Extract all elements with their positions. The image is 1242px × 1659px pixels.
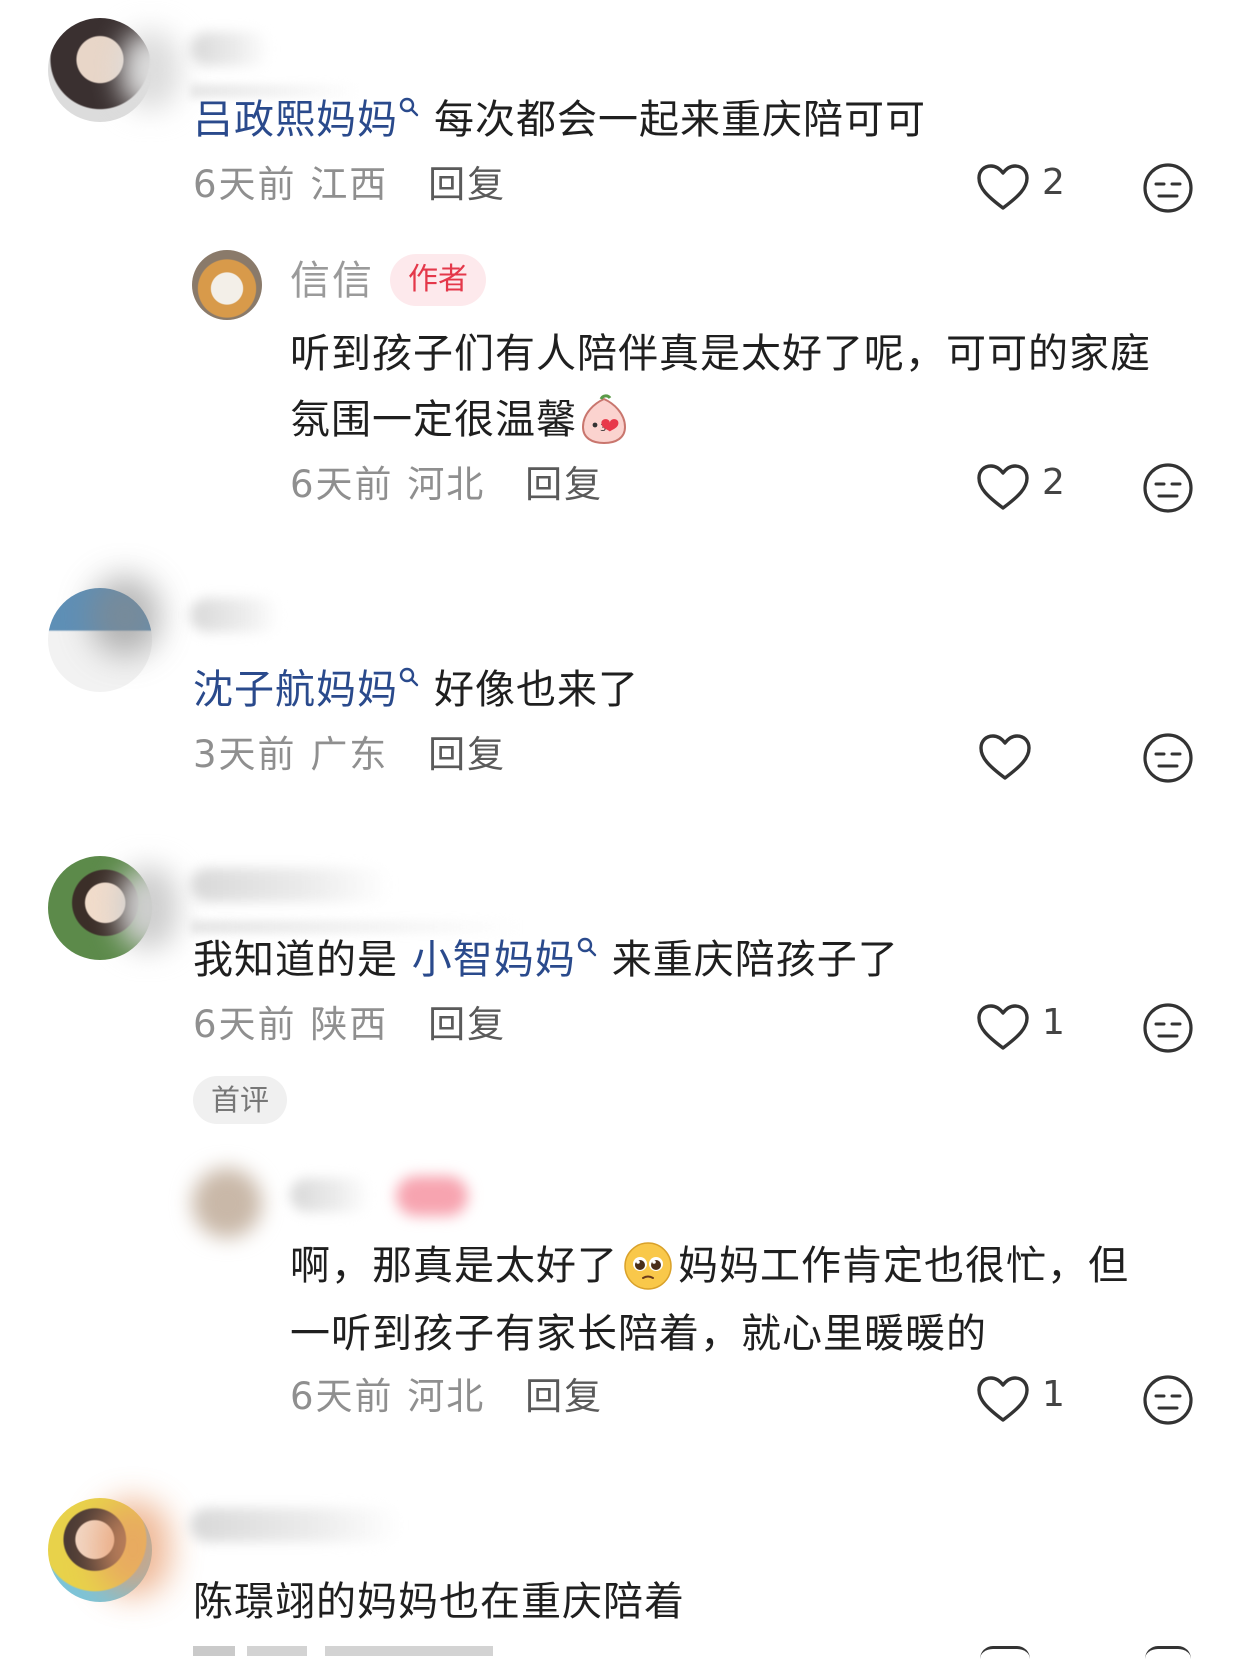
like-count: 1 (1042, 1002, 1065, 1043)
neutral-face-icon[interactable] (1142, 732, 1194, 784)
search-icon (399, 667, 419, 687)
comment-meta: 6天前 江西 回复 (193, 160, 506, 210)
reply-text-line: 啊，那真是太好了 妈妈工作肯定也很忙，但 (290, 1236, 1129, 1296)
like-count: 2 (1042, 162, 1065, 203)
mention-link[interactable]: 沈子航妈妈 (193, 667, 434, 713)
location: 江西 (310, 163, 389, 206)
heart-outline-icon[interactable] (975, 1002, 1031, 1052)
heart-outline-icon[interactable] (975, 162, 1031, 212)
avatar-blur-overlay (118, 866, 178, 950)
location: 河北 (407, 1375, 486, 1418)
timestamp: 6天前 (193, 163, 297, 206)
location: 广东 (310, 733, 389, 776)
neutral-face-icon[interactable] (1142, 462, 1194, 514)
author-badge: 作者 (390, 254, 486, 306)
avatar-blur-overlay (120, 30, 180, 110)
username-blurred[interactable] (190, 1508, 400, 1542)
comment-text: 吕政熙妈妈 每次都会一起来重庆陪可可 (193, 97, 926, 143)
author-badge-blurred (396, 1176, 468, 1216)
heart-outline-icon[interactable] (975, 462, 1031, 512)
search-icon (577, 937, 596, 957)
neutral-face-icon-cut-off[interactable] (1145, 1646, 1191, 1659)
username-blurred[interactable] (190, 32, 270, 66)
neutral-face-icon[interactable] (1142, 162, 1194, 214)
username-blurred[interactable] (190, 868, 390, 902)
timestamp: 3天前 (193, 733, 297, 776)
comment-text: 陈璟翊的妈妈也在重庆陪着 (193, 1579, 685, 1625)
location: 河北 (407, 463, 486, 506)
heart-outline-icon[interactable] (977, 732, 1033, 782)
author-name-blurred[interactable] (290, 1178, 370, 1212)
mention-link[interactable]: 小智妈妈 (412, 937, 612, 983)
username-blurred[interactable] (190, 598, 280, 632)
avatar-blur-overlay (90, 576, 160, 656)
neutral-face-icon[interactable] (1142, 1002, 1194, 1054)
reply-button[interactable]: 回复 (525, 1375, 603, 1418)
author-avatar[interactable] (192, 250, 262, 320)
location: 陕西 (310, 1003, 389, 1046)
comment-meta: 3天前 广东 回复 (193, 730, 506, 780)
author-avatar[interactable] (192, 1168, 262, 1238)
reply-meta: 6天前 河北 回复 (290, 460, 603, 510)
reply-button[interactable]: 回复 (525, 463, 603, 506)
comment-text: 沈子航妈妈 好像也来了 (193, 667, 639, 713)
heart-outline-icon-cut-off[interactable] (980, 1646, 1030, 1659)
reply-text-line: 听到孩子们有人陪伴真是太好了呢，可可的家庭 (290, 331, 1151, 377)
reply-text-line: 氛围一定很温馨 3 (290, 390, 631, 450)
heart-outline-icon[interactable] (975, 1374, 1031, 1424)
like-count: 2 (1042, 462, 1065, 503)
pleading-face-emoji (624, 1242, 672, 1290)
timestamp: 6天前 (290, 463, 394, 506)
search-icon (399, 97, 419, 117)
neutral-face-icon[interactable] (1142, 1374, 1194, 1426)
reply-button[interactable]: 回复 (428, 163, 506, 206)
mention-link[interactable]: 吕政熙妈妈 (193, 97, 434, 143)
author-name[interactable]: 信信 (290, 256, 374, 306)
comment-meta-cut-off (193, 1646, 493, 1656)
reply-button[interactable]: 回复 (428, 1003, 506, 1046)
first-comment-badge: 首评 (193, 1076, 288, 1124)
avatar-blur-overlay (96, 1500, 170, 1596)
reply-text-line: 一听到孩子有家长陪着，就心里暖暖的 (290, 1311, 987, 1357)
comment-meta: 6天前 陕西 回复 (193, 1000, 506, 1050)
timestamp: 6天前 (193, 1003, 297, 1046)
reply-meta: 6天前 河北 回复 (290, 1372, 603, 1422)
like-count: 1 (1042, 1374, 1065, 1415)
blushing-peach-emoji: 3 (581, 394, 627, 445)
comment-text: 我知道的是 小智妈妈 来重庆陪孩子了 (193, 937, 899, 983)
reply-button[interactable]: 回复 (428, 733, 506, 776)
timestamp: 6天前 (290, 1375, 394, 1418)
